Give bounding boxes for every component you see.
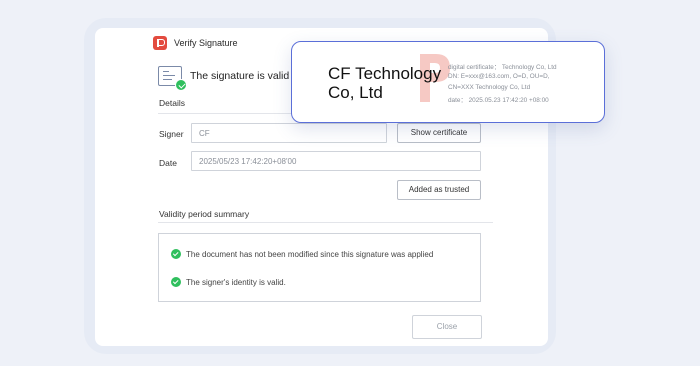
certificate-detail: CN=XXX Technology Co, Ltd: [448, 84, 531, 91]
signer-field[interactable]: CF: [191, 123, 387, 143]
show-certificate-button[interactable]: Show certificate: [397, 123, 481, 143]
dialog-title: Verify Signature: [174, 38, 238, 48]
validity-divider: [158, 222, 493, 223]
signer-label: Signer: [159, 129, 184, 139]
validity-item: The document has not been modified since…: [171, 249, 433, 259]
certificate-company: CF Technology Co, Ltd: [328, 64, 458, 102]
certificate-popover: CF Technology Co, Ltd digital certificat…: [291, 41, 605, 123]
details-heading: Details: [159, 98, 185, 108]
check-circle-icon: [171, 249, 181, 259]
certificate-detail: date： 2025.05.23 17:42:20 +08:00: [448, 97, 549, 104]
validity-item-text: The signer's identity is valid.: [186, 277, 286, 287]
validity-summary-box: The document has not been modified since…: [158, 233, 481, 302]
certificate-valid-icon: [158, 66, 187, 91]
date-label: Date: [159, 158, 177, 168]
check-circle-icon: [171, 277, 181, 287]
date-field[interactable]: 2025/05/23 17:42:20+08'00: [191, 151, 481, 171]
validity-item-text: The document has not been modified since…: [186, 249, 434, 259]
certificate-detail: digital certificate： Technology Co, Ltd: [448, 64, 557, 71]
certificate-detail: DN: E=xxx@163.com, O=D, OU=D,: [448, 73, 550, 80]
app-logo-icon: [153, 36, 167, 50]
company-line: Co, Ltd: [328, 83, 383, 102]
dialog-title-bar: Verify Signature: [153, 36, 238, 50]
status-text: The signature is valid: [190, 70, 290, 82]
validity-heading: Validity period summary: [159, 209, 250, 219]
added-as-trusted-button[interactable]: Added as trusted: [397, 180, 481, 200]
company-line: CF Technology: [328, 64, 442, 83]
close-button[interactable]: Close: [412, 315, 482, 339]
signature-status: The signature is valid: [158, 66, 290, 91]
validity-item: The signer's identity is valid.: [171, 277, 286, 287]
